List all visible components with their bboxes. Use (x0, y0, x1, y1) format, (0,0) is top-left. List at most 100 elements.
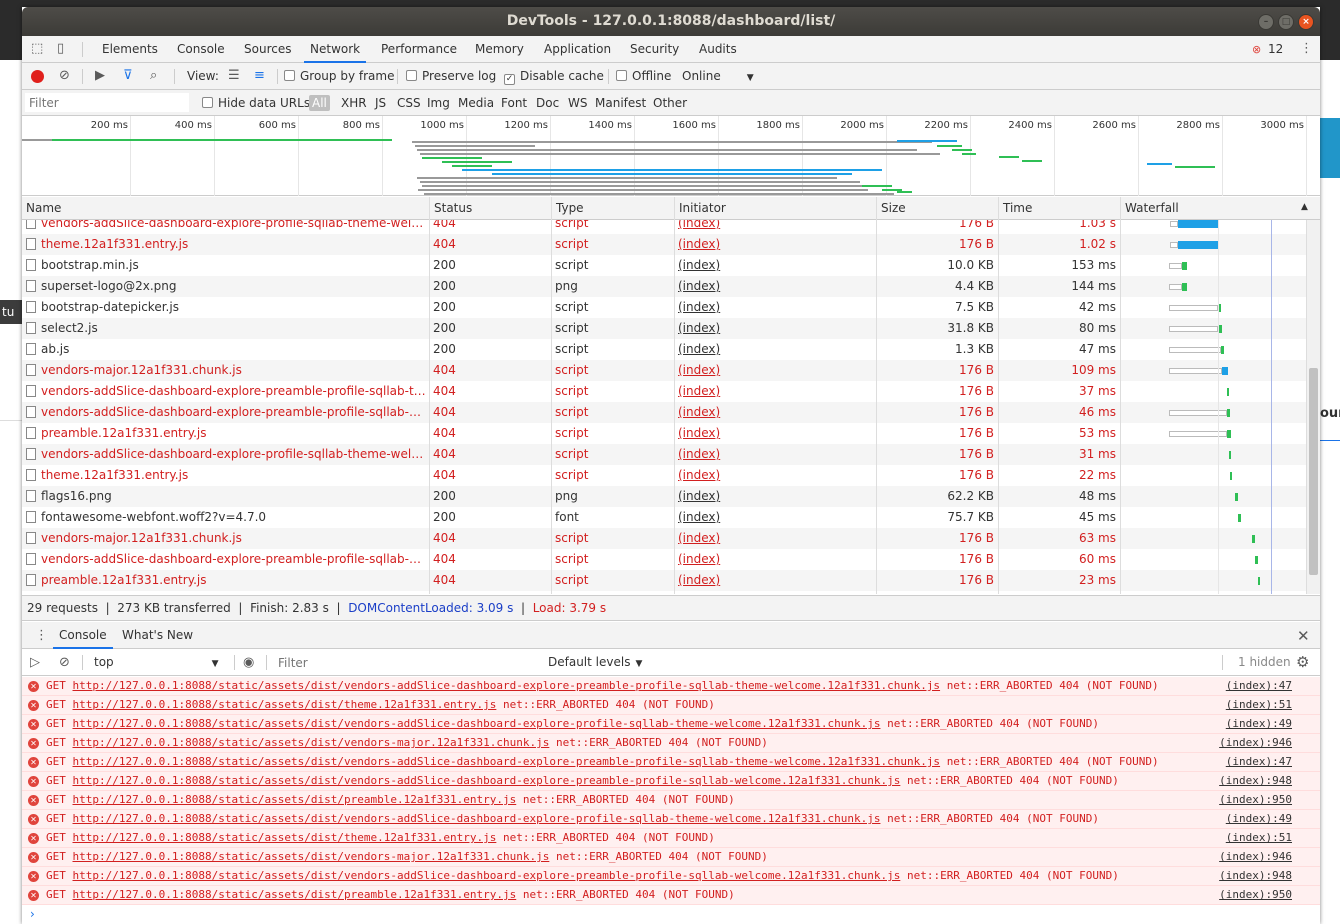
waterfall-overview-icon[interactable]: ≡ (254, 68, 265, 84)
requests-scrollbar[interactable] (1306, 220, 1320, 594)
error-count-badge[interactable]: 12 (1268, 36, 1283, 63)
source-link[interactable]: (index):946 (1219, 734, 1292, 752)
request-initiator[interactable]: (index) (674, 318, 876, 339)
request-row[interactable]: vendors-addSlice-dashboard-explore-profi… (22, 444, 1306, 465)
request-url-link[interactable]: http://127.0.0.1:8088/static/assets/dist… (73, 698, 497, 711)
type-filter-font[interactable]: Font (501, 96, 527, 110)
source-link[interactable]: (index):51 (1226, 696, 1292, 714)
console-error-message[interactable]: ✕ GET http://127.0.0.1:8088/static/assets… (22, 848, 1320, 867)
column-time[interactable]: Time (998, 197, 1120, 220)
tab-application[interactable]: Application (544, 36, 611, 63)
request-url-link[interactable]: http://127.0.0.1:8088/static/assets/dist… (73, 755, 941, 768)
column-size[interactable]: Size (876, 197, 998, 220)
request-initiator[interactable]: (index) (674, 444, 876, 465)
source-link[interactable]: (index):948 (1219, 772, 1292, 790)
offline-checkbox[interactable]: Offline (616, 69, 671, 83)
type-filter-js[interactable]: JS (375, 96, 386, 110)
request-row[interactable]: preamble.12a1f331.entry.js 404 script (inde… (22, 570, 1306, 591)
scrollbar-thumb[interactable] (1309, 368, 1318, 575)
clear-icon[interactable]: ⊘ (59, 68, 70, 84)
request-url-link[interactable]: http://127.0.0.1:8088/static/assets/dist… (73, 812, 881, 825)
maximize-button[interactable]: □ (1278, 14, 1294, 30)
request-url-link[interactable]: http://127.0.0.1:8088/static/assets/dist… (73, 774, 901, 787)
capture-screenshots-icon[interactable]: ▶ (95, 68, 105, 84)
request-url-link[interactable]: http://127.0.0.1:8088/static/assets/dist… (73, 679, 941, 692)
clear-console-icon[interactable]: ⊘ (59, 655, 70, 671)
request-row[interactable]: select2.js 200 script (index) 31.8 KB 80 ms (22, 318, 1306, 339)
network-overview-timeline[interactable]: 200 ms 400 ms 600 ms 800 ms 1000 ms 1200 ms 14… (22, 116, 1320, 196)
request-initiator[interactable]: (index) (674, 297, 876, 318)
request-url-link[interactable]: http://127.0.0.1:8088/static/assets/dist… (73, 736, 550, 749)
request-initiator[interactable]: (index) (674, 220, 876, 234)
tab-console[interactable]: Console (177, 36, 225, 63)
record-icon[interactable] (31, 70, 44, 83)
request-url-link[interactable]: http://127.0.0.1:8088/static/assets/dist… (73, 717, 881, 730)
console-error-message[interactable]: ✕ GET http://127.0.0.1:8088/static/assets… (22, 829, 1320, 848)
type-filter-manifest[interactable]: Manifest (595, 96, 646, 110)
close-drawer-icon[interactable]: ✕ (1297, 628, 1310, 644)
type-filter-img[interactable]: Img (427, 96, 450, 110)
column-type[interactable]: Type (551, 197, 674, 220)
request-initiator[interactable]: (index) (674, 360, 876, 381)
type-filter-doc[interactable]: Doc (536, 96, 559, 110)
source-link[interactable]: (index):49 (1226, 715, 1292, 733)
request-row[interactable]: vendors-addSlice-dashboard-explore-pream… (22, 402, 1306, 423)
console-settings-gear-icon[interactable]: ⚙ (1296, 654, 1309, 670)
large-rows-icon[interactable]: ☰ (228, 68, 240, 84)
console-error-message[interactable]: ✕ GET http://127.0.0.1:8088/static/assets… (22, 677, 1320, 696)
request-initiator[interactable]: (index) (674, 507, 876, 528)
type-filter-media[interactable]: Media (458, 96, 494, 110)
source-link[interactable]: (index):948 (1219, 867, 1292, 885)
tab-network[interactable]: Network (303, 36, 367, 63)
request-initiator[interactable]: (index) (674, 381, 876, 402)
request-initiator[interactable]: (index) (674, 486, 876, 507)
request-initiator[interactable]: (index) (674, 234, 876, 255)
request-url-link[interactable]: http://127.0.0.1:8088/static/assets/dist… (73, 869, 901, 882)
tab-performance[interactable]: Performance (381, 36, 457, 63)
request-row[interactable]: theme.12a1f331.entry.js 404 script (index) 1… (22, 234, 1306, 255)
request-url-link[interactable]: http://127.0.0.1:8088/static/assets/dist… (73, 793, 517, 806)
live-expression-eye-icon[interactable]: ◉ (243, 655, 254, 671)
request-row[interactable]: bootstrap.min.js 200 script (index) 10.0 KB 1… (22, 255, 1306, 276)
column-name[interactable]: Name (22, 197, 429, 220)
console-sidebar-icon[interactable]: ▷ (30, 655, 40, 671)
console-error-message[interactable]: ✕ GET http://127.0.0.1:8088/static/assets… (22, 715, 1320, 734)
filter-input[interactable] (25, 93, 189, 112)
error-count-icon[interactable]: ⊗ (1252, 42, 1261, 58)
source-link[interactable]: (index):47 (1226, 677, 1292, 695)
console-error-message[interactable]: ✕ GET http://127.0.0.1:8088/static/assets… (22, 772, 1320, 791)
drawer-tab-console[interactable]: Console (53, 622, 113, 649)
console-error-message[interactable]: ✕ GET http://127.0.0.1:8088/static/assets… (22, 867, 1320, 886)
drawer-tab-whats-new[interactable]: What's New (122, 622, 193, 649)
tab-elements[interactable]: Elements (102, 36, 158, 63)
search-icon[interactable]: ⌕ (150, 68, 157, 84)
disable-cache-checkbox[interactable]: ✓ Disable cache (504, 69, 604, 85)
more-options-icon[interactable]: ⋮ (1300, 41, 1313, 57)
tab-security[interactable]: Security (630, 36, 679, 63)
request-initiator[interactable]: (index) (674, 276, 876, 297)
console-error-message[interactable]: ✕ GET http://127.0.0.1:8088/static/assets… (22, 810, 1320, 829)
request-initiator[interactable]: (index) (674, 255, 876, 276)
column-waterfall[interactable]: Waterfall (1120, 197, 1320, 220)
source-link[interactable]: (index):946 (1219, 848, 1292, 866)
minimize-button[interactable]: – (1258, 14, 1274, 30)
request-row[interactable]: vendors-major.12a1f331.chunk.js 404 script… (22, 528, 1306, 549)
log-levels-select[interactable]: Default levels ▼ (548, 655, 642, 669)
column-initiator[interactable]: Initiator (674, 197, 876, 220)
request-url-link[interactable]: http://127.0.0.1:8088/static/assets/dist… (73, 831, 497, 844)
request-row[interactable]: fontawesome-webfont.woff2?v=4.7.0 200 font… (22, 507, 1306, 528)
request-initiator[interactable]: (index) (674, 570, 876, 591)
device-toolbar-icon[interactable]: ▯ (57, 41, 64, 57)
console-error-message[interactable]: ✕ GET http://127.0.0.1:8088/static/assets… (22, 886, 1320, 905)
request-initiator[interactable]: (index) (674, 402, 876, 423)
request-row[interactable]: ab.js 200 script (index) 1.3 KB 47 ms (22, 339, 1306, 360)
console-filter-input[interactable] (274, 653, 540, 672)
console-prompt[interactable]: › (22, 905, 1320, 924)
request-row[interactable]: vendors-addSlice-dashboard-explore-profi… (22, 220, 1306, 234)
close-window-button[interactable]: × (1298, 14, 1314, 30)
type-filter-all[interactable]: All (309, 95, 330, 111)
request-row[interactable]: vendors-addSlice-dashboard-explore-pream… (22, 549, 1306, 570)
console-error-message[interactable]: ✕ GET http://127.0.0.1:8088/static/assets… (22, 753, 1320, 772)
column-status[interactable]: Status (429, 197, 551, 220)
inspect-element-icon[interactable]: ⬚ (31, 41, 43, 57)
